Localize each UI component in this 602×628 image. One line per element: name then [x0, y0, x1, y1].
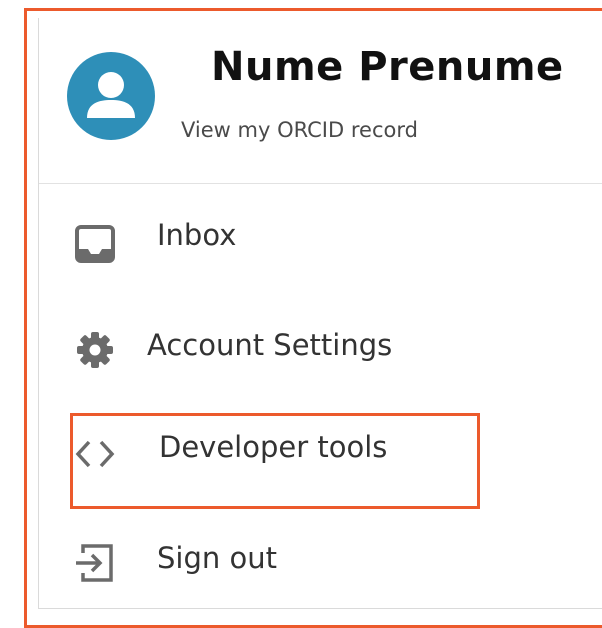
- menu-item-sign-out[interactable]: Sign out: [39, 523, 602, 603]
- menu-item-label: Account Settings: [147, 328, 393, 362]
- menu-item-label: Inbox: [157, 218, 237, 252]
- menu-item-label: Developer tools: [159, 430, 388, 464]
- profile-header: Nume Prenume View my ORCID record: [39, 18, 602, 184]
- user-name: Nume Prenume: [211, 44, 564, 90]
- user-menu-panel: Nume Prenume View my ORCID record Inbox: [38, 18, 602, 609]
- code-brackets-icon: [73, 432, 117, 476]
- menu-item-inbox[interactable]: Inbox: [39, 198, 602, 278]
- sign-out-icon: [73, 541, 117, 585]
- menu-item-label: Sign out: [157, 541, 277, 575]
- inbox-icon: [73, 222, 117, 266]
- gear-icon: [73, 328, 117, 372]
- menu-item-account-settings[interactable]: Account Settings: [39, 308, 602, 388]
- user-avatar-icon[interactable]: [67, 52, 155, 140]
- menu-item-developer-tools[interactable]: Developer tools: [39, 416, 602, 496]
- view-orcid-record-link[interactable]: View my ORCID record: [181, 118, 418, 142]
